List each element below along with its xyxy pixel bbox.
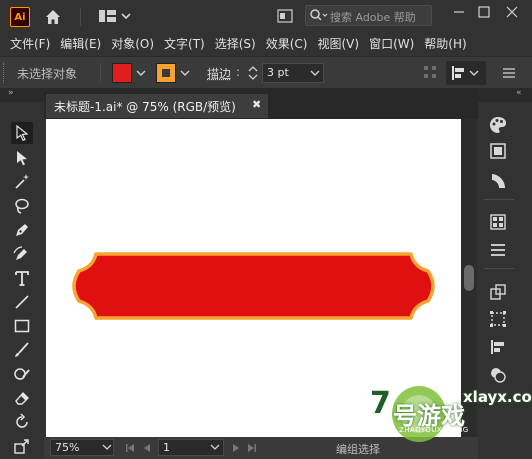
- eraser-tool-icon[interactable]: [11, 387, 33, 409]
- divider: [100, 63, 101, 83]
- menu-object[interactable]: 对象(O): [111, 35, 154, 52]
- pathfinder-panel-icon[interactable]: [487, 336, 509, 358]
- search-placeholder: 搜索 Adobe 帮助: [330, 9, 416, 25]
- zoom-dropdown-icon[interactable]: [101, 439, 113, 458]
- zoom-level-field[interactable]: 75%: [50, 439, 114, 456]
- shaper-tool-icon[interactable]: [11, 363, 33, 385]
- watermark-prefix: 7: [370, 386, 391, 421]
- paintbrush-tool-icon[interactable]: [11, 339, 33, 361]
- right-panel-header: «: [478, 88, 532, 102]
- menu-bar: 文件(F) 编辑(E) 对象(O) 文字(T) 选择(S) 效果(C) 视图(V…: [0, 33, 532, 53]
- home-icon[interactable]: [43, 7, 63, 27]
- banner-shape[interactable]: [74, 254, 433, 318]
- stroke-weight-value: 3 pt: [267, 66, 289, 79]
- selection-status: 未选择对象: [17, 65, 77, 82]
- control-menu-icon[interactable]: [500, 65, 520, 81]
- type-tool-icon[interactable]: [11, 267, 33, 289]
- stroke-label[interactable]: 描边: [207, 65, 231, 82]
- watermark-sub: ZHAOYOUXIWANG: [399, 426, 469, 434]
- menu-window[interactable]: 窗口(W): [369, 35, 414, 52]
- artboard-number-field[interactable]: 1: [158, 439, 224, 456]
- menu-effect[interactable]: 效果(C): [266, 35, 308, 52]
- control-bar: 未选择对象 描边 : 3 pt: [0, 56, 532, 88]
- title-bar: Ai 搜索 Adobe 帮助: [0, 0, 532, 33]
- maximize-button[interactable]: [474, 4, 494, 20]
- menu-file[interactable]: 文件(F): [10, 35, 50, 52]
- stroke-weight-field[interactable]: 3 pt: [262, 63, 324, 83]
- stroke-colon: :: [236, 65, 240, 79]
- next-artboard-icon[interactable]: [230, 441, 242, 455]
- menu-edit[interactable]: 编辑(E): [60, 35, 101, 52]
- first-artboard-icon[interactable]: [124, 441, 136, 455]
- document-tab[interactable]: 未标题-1.ai* @ 75% (RGB/预览) ✖: [46, 94, 268, 118]
- align-options-icon[interactable]: [446, 61, 486, 85]
- magic-wand-tool-icon[interactable]: [11, 171, 33, 193]
- properties-panel-icon[interactable]: [487, 211, 509, 233]
- color-guide-panel-icon[interactable]: [487, 170, 509, 192]
- swatches-panel-icon[interactable]: [487, 140, 509, 162]
- menu-help[interactable]: 帮助(H): [424, 35, 466, 52]
- left-panel-header: »: [0, 88, 44, 102]
- color-panel-icon[interactable]: [487, 114, 509, 136]
- rotate-tool-icon[interactable]: [11, 411, 33, 433]
- tools-panel: [0, 102, 44, 459]
- selection-tool-icon[interactable]: [11, 122, 33, 144]
- scale-tool-icon[interactable]: [11, 435, 33, 457]
- watermark-logo: 7 号游戏 xlayx.com ZHAOYOUXIWANG: [355, 372, 532, 459]
- divider: [484, 199, 514, 200]
- artboard-number-value: 1: [163, 441, 170, 454]
- transform-panel-icon[interactable]: [487, 281, 509, 303]
- help-search-input[interactable]: 搜索 Adobe 帮助: [305, 5, 432, 26]
- curvature-tool-icon[interactable]: [11, 243, 33, 265]
- direct-selection-tool-icon[interactable]: [11, 147, 33, 169]
- watermark-site: xlayx.com: [463, 388, 532, 406]
- line-tool-icon[interactable]: [11, 291, 33, 313]
- align-panel-icon[interactable]: [487, 308, 509, 330]
- prev-artboard-icon[interactable]: [141, 441, 153, 455]
- workspace-layout-icon[interactable]: [98, 8, 132, 26]
- stroke-stepper-icon[interactable]: [247, 63, 259, 83]
- stroke-weight-dropdown-icon[interactable]: [309, 64, 321, 85]
- divider: [80, 8, 81, 26]
- fill-dropdown-icon[interactable]: [134, 64, 148, 82]
- menu-select[interactable]: 选择(S): [215, 35, 256, 52]
- vertical-scroll-thumb[interactable]: [464, 265, 474, 291]
- zoom-level-value: 75%: [55, 441, 79, 454]
- pen-tool-icon[interactable]: [11, 219, 33, 241]
- menu-view[interactable]: 视图(V): [317, 35, 359, 52]
- close-tab-icon[interactable]: ✖: [252, 98, 261, 111]
- grip-handle[interactable]: [3, 63, 6, 83]
- stroke-color-swatch[interactable]: [156, 63, 176, 83]
- grid-align-icon[interactable]: [423, 65, 437, 79]
- panel-toggle-icon[interactable]: [277, 9, 293, 23]
- document-title: 未标题-1.ai* @ 75% (RGB/预览): [54, 98, 236, 115]
- divider: [484, 268, 514, 269]
- menu-type[interactable]: 文字(T): [164, 35, 205, 52]
- last-artboard-icon[interactable]: [246, 441, 258, 455]
- minimize-button[interactable]: [449, 4, 469, 20]
- search-icon: [309, 8, 329, 26]
- stroke-dropdown-icon[interactable]: [178, 64, 192, 82]
- fill-color-swatch[interactable]: [112, 63, 132, 83]
- artboard-dropdown-icon[interactable]: [209, 439, 221, 458]
- app-logo: Ai: [10, 7, 30, 27]
- close-button[interactable]: [502, 4, 522, 20]
- rectangle-tool-icon[interactable]: [11, 315, 33, 337]
- layers-panel-icon[interactable]: [487, 239, 509, 261]
- lasso-tool-icon[interactable]: [11, 195, 33, 217]
